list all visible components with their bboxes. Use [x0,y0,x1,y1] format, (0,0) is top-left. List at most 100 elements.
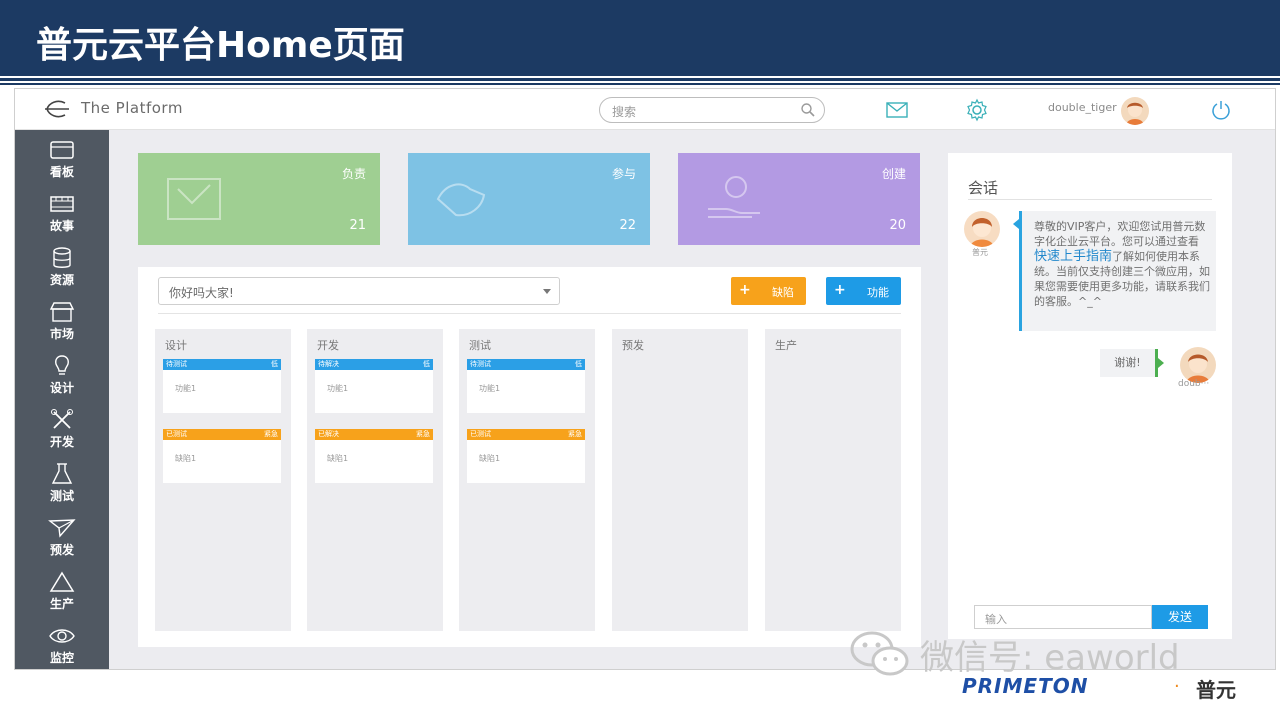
power-icon[interactable] [1210,99,1232,121]
sidebar-item-label: 生产 [49,597,74,611]
hand-a-icon [708,176,760,218]
header-rule-thin [0,83,1280,85]
card-header: 待测试 低 [467,359,585,370]
tile-label: 负责 [341,167,366,181]
top-bar: The Platform 搜索 double_tiger [15,89,1275,130]
username[interactable]: double_tiger [1048,101,1117,114]
bot-name: 普元 [972,248,988,257]
sidebar-item-design[interactable]: 设计 [15,350,109,404]
column-title: 开发 [317,339,339,352]
plus-icon: + [834,282,846,298]
project-select[interactable]: 你好吗大家! [158,277,560,305]
card-title: 功能1 [479,384,501,393]
gear-icon[interactable] [965,98,989,122]
column-design: 设计 待测试 低 功能1 已测试 紧急 缺陷1 [155,329,291,631]
divider [968,199,1212,200]
wechat-icon [850,631,909,676]
card-title: 功能1 [175,384,197,393]
sidebar-item-develop[interactable]: 开发 [15,404,109,458]
sidebar-item-resources[interactable]: 资源 [15,242,109,296]
add-feature-label: 功能 [867,286,889,299]
sidebar-item-label: 资源 [49,273,74,287]
wechat-watermark: 微信号: eaworld [920,638,1180,678]
task-card[interactable]: 已测试 紧急 缺陷1 [163,429,281,483]
column-production: 生产 [765,329,901,631]
card-status: 待测试 [166,360,187,368]
card-status: 已测试 [166,430,187,438]
column-prerelease: 预发 [612,329,748,631]
quick-start-guide-link[interactable]: 快速上手指南 [1034,249,1112,264]
tile-count: 22 [619,218,636,233]
task-card[interactable]: 待解决 低 功能1 [315,359,433,413]
column-test: 测试 待测试 低 功能1 已测试 紧急 缺陷1 [459,329,595,631]
sidebar-item-label: 测试 [49,489,74,503]
sidebar-item-production[interactable]: 生产 [15,566,109,620]
tile-responsible[interactable]: 负责 21 [138,153,380,245]
task-card[interactable]: 待测试 低 功能1 [163,359,281,413]
column-title: 设计 [165,339,187,352]
card-title: 缺陷1 [327,454,349,463]
card-priority: 紧急 [416,430,430,438]
task-card[interactable]: 已解决 紧急 缺陷1 [315,429,433,483]
user-avatar [1180,347,1216,383]
search-input[interactable]: 搜索 [599,97,825,123]
sidebar-item-label: 设计 [49,381,74,395]
tile-label: 创建 [881,167,906,181]
card-priority: 低 [575,360,582,368]
add-feature-button[interactable]: + 功能 [826,277,901,305]
handshake-icon [436,183,486,217]
card-priority: 紧急 [568,430,582,438]
column-title: 预发 [622,339,644,352]
sidebar-item-label: 市场 [49,327,74,341]
sidebar-item-test[interactable]: 测试 [15,458,109,512]
card-title: 功能1 [327,384,349,393]
bot-message-text: 尊敬的VIP客户，欢迎您试用普元数字化企业云平台。您可以通过查看 [1034,220,1206,248]
checklist-icon [167,178,221,220]
bot-avatar [964,211,1000,247]
sidebar-item-label: 监控 [49,651,74,665]
bot-message: 尊敬的VIP客户，欢迎您试用普元数字化企业云平台。您可以通过查看快速上手指南了解… [1019,211,1216,331]
triangle-icon [49,571,75,592]
card-title: 缺陷1 [479,454,501,463]
lightbulb-icon [55,355,69,375]
tools-icon [51,409,73,429]
chat-panel: 会话 普元 尊敬的VIP客户，欢迎您试用普元数字化企业云平台。您可以通过查看快速… [948,153,1232,639]
sidebar-item-monitor[interactable]: 监控 [15,620,109,669]
chat-input[interactable]: 输入 [974,605,1152,629]
primeton-logo: PRIMETON [962,674,1089,698]
tile-count: 20 [889,218,906,233]
sidebar-item-prerelease[interactable]: 预发 [15,512,109,566]
avatar[interactable] [1121,97,1149,125]
user-name: doub··· [1178,379,1210,389]
task-card[interactable]: 已测试 紧急 缺陷1 [467,429,585,483]
caret-down-icon [543,289,551,294]
tile-created[interactable]: 创建 20 [678,153,920,245]
card-status: 已测试 [470,430,491,438]
logo-separator: · [1174,676,1180,697]
tile-label: 参与 [611,167,636,181]
sidebar-item-label: 开发 [49,435,74,449]
sidebar-item-story[interactable]: 故事 [15,188,109,242]
sidebar-item-label: 看板 [49,165,74,179]
eye-icon [49,629,75,643]
slide-header: 普元云平台Home页面 [0,0,1280,76]
divider [158,313,901,314]
add-defect-label: 缺陷 [772,286,794,299]
sidebar-item-board[interactable]: 看板 [15,134,109,188]
send-button[interactable]: 发送 [1152,605,1208,629]
search-icon[interactable] [800,102,816,118]
flask-icon [51,463,73,484]
card-priority: 紧急 [264,430,278,438]
slide-title: 普元云平台Home页面 [36,25,405,66]
task-card[interactable]: 待测试 低 功能1 [467,359,585,413]
add-defect-button[interactable]: + 缺陷 [731,277,806,305]
card-title: 缺陷1 [175,454,197,463]
mail-icon[interactable] [885,101,909,119]
sidebar-item-market[interactable]: 市场 [15,296,109,350]
tile-count: 21 [349,218,366,233]
paper-plane-icon [48,519,76,538]
tile-participate[interactable]: 参与 22 [408,153,650,245]
card-status: 待测试 [470,360,491,368]
sidebar-item-label: 故事 [49,219,74,233]
card-status: 已解决 [318,430,339,438]
